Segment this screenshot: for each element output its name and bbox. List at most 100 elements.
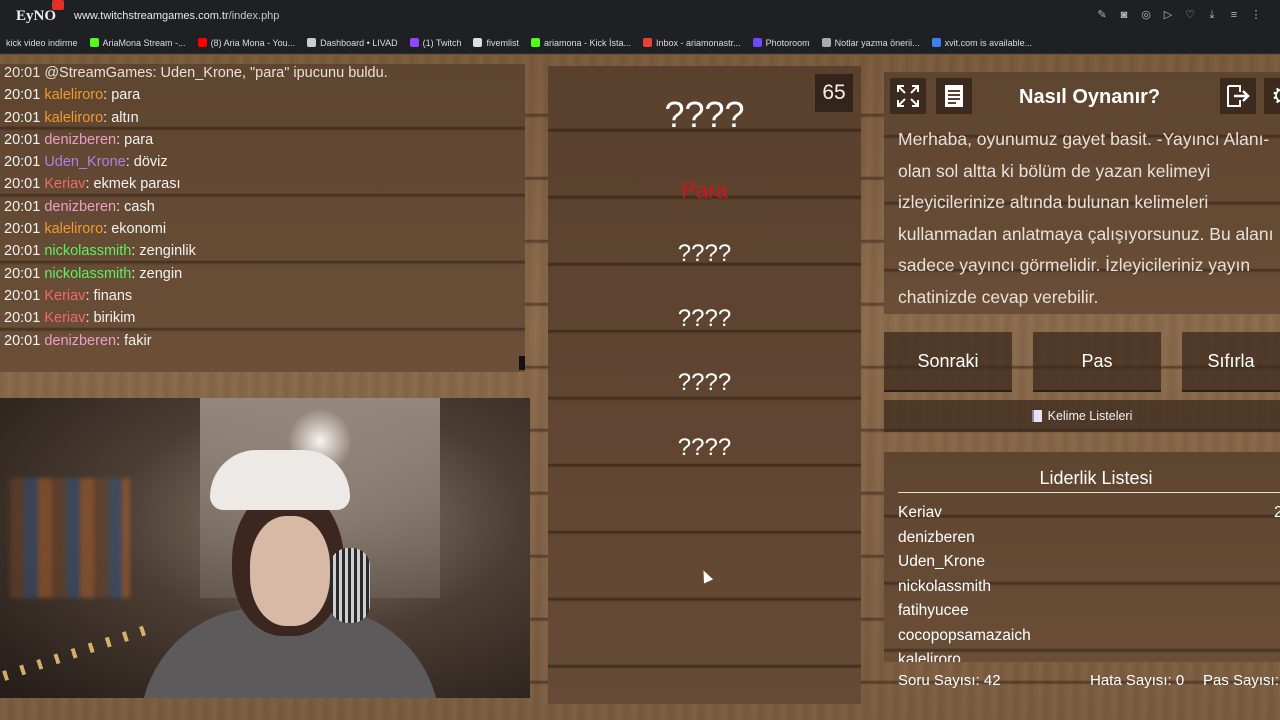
more-icon[interactable]: ⋮ [1250, 8, 1262, 22]
chat-text: : birikim [85, 310, 136, 327]
chat-time: 20:01 [4, 265, 41, 282]
url-host: www.twitchstreamgames.com.tr [74, 10, 229, 22]
how-to-title: Nasıl Oynanır? [1019, 86, 1161, 108]
leaderboard-title: Liderlik Listesi [1039, 468, 1153, 488]
bookmark-item[interactable]: kick video indirme [0, 38, 84, 48]
chat-username[interactable]: Uden_Krone [44, 154, 125, 170]
bookmark-favicon-icon [473, 38, 483, 47]
chat-text: : zengin [131, 265, 183, 282]
chat-username[interactable]: kaleliroro [44, 87, 103, 103]
chat-scrollbar[interactable] [519, 356, 525, 370]
chat-text: : para [116, 131, 154, 148]
chat-username[interactable]: denizberen [44, 199, 116, 215]
bookmark-label: Notlar yazma önerii... [834, 37, 920, 48]
edit-icon[interactable]: ✎ [1096, 8, 1108, 22]
chat-time: 20:01 [4, 176, 41, 193]
next-button[interactable]: Sonraki [884, 332, 1012, 392]
hint-word: ???? [677, 305, 732, 332]
bookmark-label: kick video indirme [6, 37, 78, 48]
question-count: Soru Sayısı: 42 [898, 672, 1001, 689]
bookmark-item[interactable]: Inbox - ariamonastr... [637, 38, 747, 48]
bookmark-label: (1) Twitch [422, 37, 462, 48]
string-lights [2, 625, 148, 681]
how-to-text: Merhaba, oyunumuz gayet basit. -Yayıncı … [898, 129, 1274, 307]
leaderboard-row: fatihyucee [898, 602, 969, 619]
bookmark-label: (8) Aria Mona - You... [210, 37, 296, 48]
word-lists-button[interactable]: Kelime Listeleri [884, 400, 1280, 432]
chat-username[interactable]: denizberen [44, 132, 116, 148]
channel-logo: EyNO [4, 0, 68, 30]
secret-word: ???? [664, 94, 745, 135]
word-panel: 65 ???? Para ???? ???? ???? ???? [548, 66, 861, 704]
gear-icon: ⚙ [1271, 82, 1280, 111]
chat-text: : para [103, 87, 141, 104]
leaderboard-row: nickolassmith [898, 577, 992, 595]
reset-button[interactable]: Sıfırla [1182, 332, 1280, 392]
leaderboard-divider [898, 492, 1280, 493]
bookmark-item[interactable]: Dashboard • LIVAD [301, 38, 404, 48]
exit-icon [1227, 85, 1250, 107]
chat-message: 20:01 Keriav: ekmek parası [0, 173, 525, 195]
bookmark-label: ariamona - Kick İsta... [544, 37, 632, 48]
bookmark-favicon-icon [931, 38, 941, 47]
chat-text: : zenginlik [131, 243, 196, 260]
chat-time: 20:01 [4, 243, 41, 260]
logo-text: EyNO [15, 7, 56, 24]
notebook-icon [1031, 410, 1042, 422]
chat-text: : döviz [125, 154, 168, 171]
logout-button[interactable] [1220, 78, 1256, 114]
chat-username[interactable]: Keriav [44, 310, 85, 326]
bookmark-item[interactable]: AriaMona Stream -... [84, 38, 192, 48]
address-bar: EyNO www.twitchstreamgames.com.tr/index.… [0, 0, 1280, 32]
chat-username[interactable]: Keriav [44, 176, 85, 192]
play-icon[interactable]: ▷ [1162, 8, 1174, 22]
chat-panel: 20:01 @StreamGames: Uden_Krone, "para" i… [0, 64, 525, 372]
bookmark-favicon-icon [531, 38, 540, 47]
leaderboard-row: cocopopsamazaich [898, 626, 1031, 644]
chat-time: 20:01 [4, 221, 41, 238]
microphone [330, 548, 370, 623]
chat-message: 20:01 kaleliroro: altın [0, 107, 525, 129]
chat-text: : altın [103, 109, 139, 126]
rules-button[interactable] [936, 78, 972, 114]
fullscreen-button[interactable] [890, 78, 926, 114]
chat-messages: 20:01 kaleliroro: para 20:01 kaleliroro: … [0, 84, 525, 352]
settings-button[interactable]: ⚙ [1264, 78, 1280, 114]
bookmark-item[interactable]: fivemlist [467, 38, 525, 48]
chat-message: 20:01 nickolassmith: zengin [0, 263, 525, 285]
chat-message: 20:01 denizberen: fakir [0, 330, 525, 352]
fullscreen-icon [897, 85, 919, 107]
document-icon [945, 85, 963, 107]
bookmark-item[interactable]: Notlar yazma önerii... [816, 38, 926, 48]
bookmark-item[interactable]: xvit.com is available... [926, 38, 1039, 48]
chat-username[interactable]: denizberen [44, 333, 116, 349]
bookmark-label: xvit.com is available... [944, 37, 1033, 48]
heart-icon[interactable]: ♡ [1184, 8, 1196, 22]
chat-time: 20:01 [4, 287, 41, 304]
leaderboard-row: Uden_Krone [898, 553, 986, 570]
chat-time: 20:01 [4, 332, 41, 349]
bookmark-item[interactable]: (8) Aria Mona - You... [192, 38, 302, 48]
hint-word: ???? [677, 369, 732, 396]
chat-username[interactable]: Keriav [44, 288, 85, 304]
chat-username[interactable]: kaleliroro [44, 221, 103, 237]
bookmark-item[interactable]: (1) Twitch [404, 38, 468, 48]
address-bar-icons: ✎ ◙ ◎ ▷ ♡ ⤓ ≡ ⋮ [1096, 8, 1262, 22]
chat-username[interactable]: nickolassmith [44, 243, 131, 259]
chat-message: 20:01 denizberen: cash [0, 196, 525, 218]
leaderboard-row: denizberen [898, 528, 975, 546]
leaderboard-row: Keriav [898, 504, 942, 521]
shield-icon[interactable]: ◎ [1140, 8, 1152, 22]
pass-button[interactable]: Pas [1033, 332, 1161, 392]
bookmark-favicon-icon [197, 38, 207, 47]
url-field[interactable]: www.twitchstreamgames.com.tr/index.php [74, 10, 279, 22]
chat-text: : ekonomi [103, 221, 167, 238]
bookmark-item[interactable]: Photoroom [747, 38, 816, 48]
chat-username[interactable]: kaleliroro [44, 110, 103, 126]
chat-username[interactable]: nickolassmith [44, 266, 131, 282]
download-icon[interactable]: ⤓ [1206, 8, 1218, 22]
chat-message: 20:01 kaleliroro: ekonomi [0, 218, 525, 240]
menu-icon[interactable]: ≡ [1228, 8, 1240, 22]
bookmark-item[interactable]: ariamona - Kick İsta... [525, 38, 637, 48]
camera-icon[interactable]: ◙ [1118, 8, 1130, 22]
